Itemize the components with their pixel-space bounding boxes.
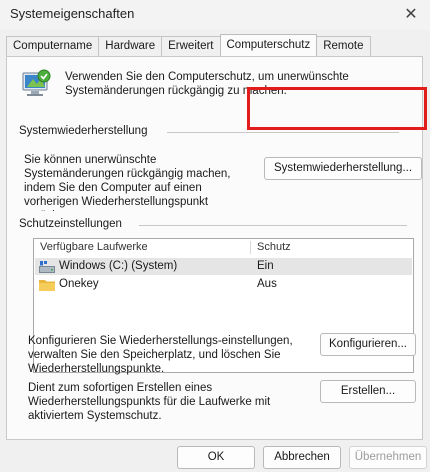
title-bar: Systemeigenschaften ✕ (0, 0, 430, 30)
drive-protection-status: Ein (257, 260, 274, 272)
apply-button[interactable]: Übernehmen (349, 446, 427, 469)
tab-computerschutz[interactable]: Computerschutz (219, 34, 318, 56)
folder-icon (39, 280, 55, 291)
system-drive-icon (39, 261, 55, 273)
configure-button[interactable]: Konfigurieren... (320, 333, 416, 356)
highlight-box (247, 87, 427, 130)
column-separator (250, 241, 251, 254)
cancel-button[interactable]: Abbrechen (263, 446, 341, 469)
restore-description: Sie können unerwünschte Systemänderungen… (24, 154, 231, 211)
system-protection-icon (22, 69, 51, 96)
tab-remote[interactable]: Remote (316, 36, 371, 56)
restore-group-label: Systemwiederherstellung (19, 125, 152, 137)
tab-erweitert[interactable]: Erweitert (161, 36, 221, 56)
protection-group-divider (139, 225, 407, 226)
window-title: Systemeigenschaften (10, 6, 135, 21)
system-restore-button[interactable]: Systemwiederherstellung... (264, 157, 422, 180)
tab-computername[interactable]: Computername (6, 36, 100, 56)
tab-hardware[interactable]: Hardware (98, 36, 163, 56)
column-header-drives[interactable]: Verfügbare Laufwerke (40, 239, 148, 256)
close-icon[interactable]: ✕ (400, 3, 422, 25)
ok-button[interactable]: OK (177, 446, 255, 469)
restore-group-divider (167, 132, 399, 133)
create-button[interactable]: Erstellen... (320, 380, 416, 403)
drive-protection-status: Aus (257, 278, 277, 290)
protection-group-label: Schutzeinstellungen (19, 218, 126, 230)
drive-name: Windows (C:) (System) (59, 260, 178, 272)
column-header-protection[interactable]: Schutz (257, 239, 291, 256)
drive-name: Onekey (59, 278, 99, 290)
configure-description: Konfigurieren Sie Wiederherstellungs-ein… (28, 335, 293, 375)
table-row[interactable]: Onekey Aus (35, 276, 412, 293)
create-description: Dient zum sofortigen Erstellen eines Wie… (28, 382, 271, 422)
table-row[interactable]: Windows (C:) (System) Ein (35, 258, 412, 275)
tab-bar: Computername Hardware Erweitert Computer… (6, 34, 371, 56)
